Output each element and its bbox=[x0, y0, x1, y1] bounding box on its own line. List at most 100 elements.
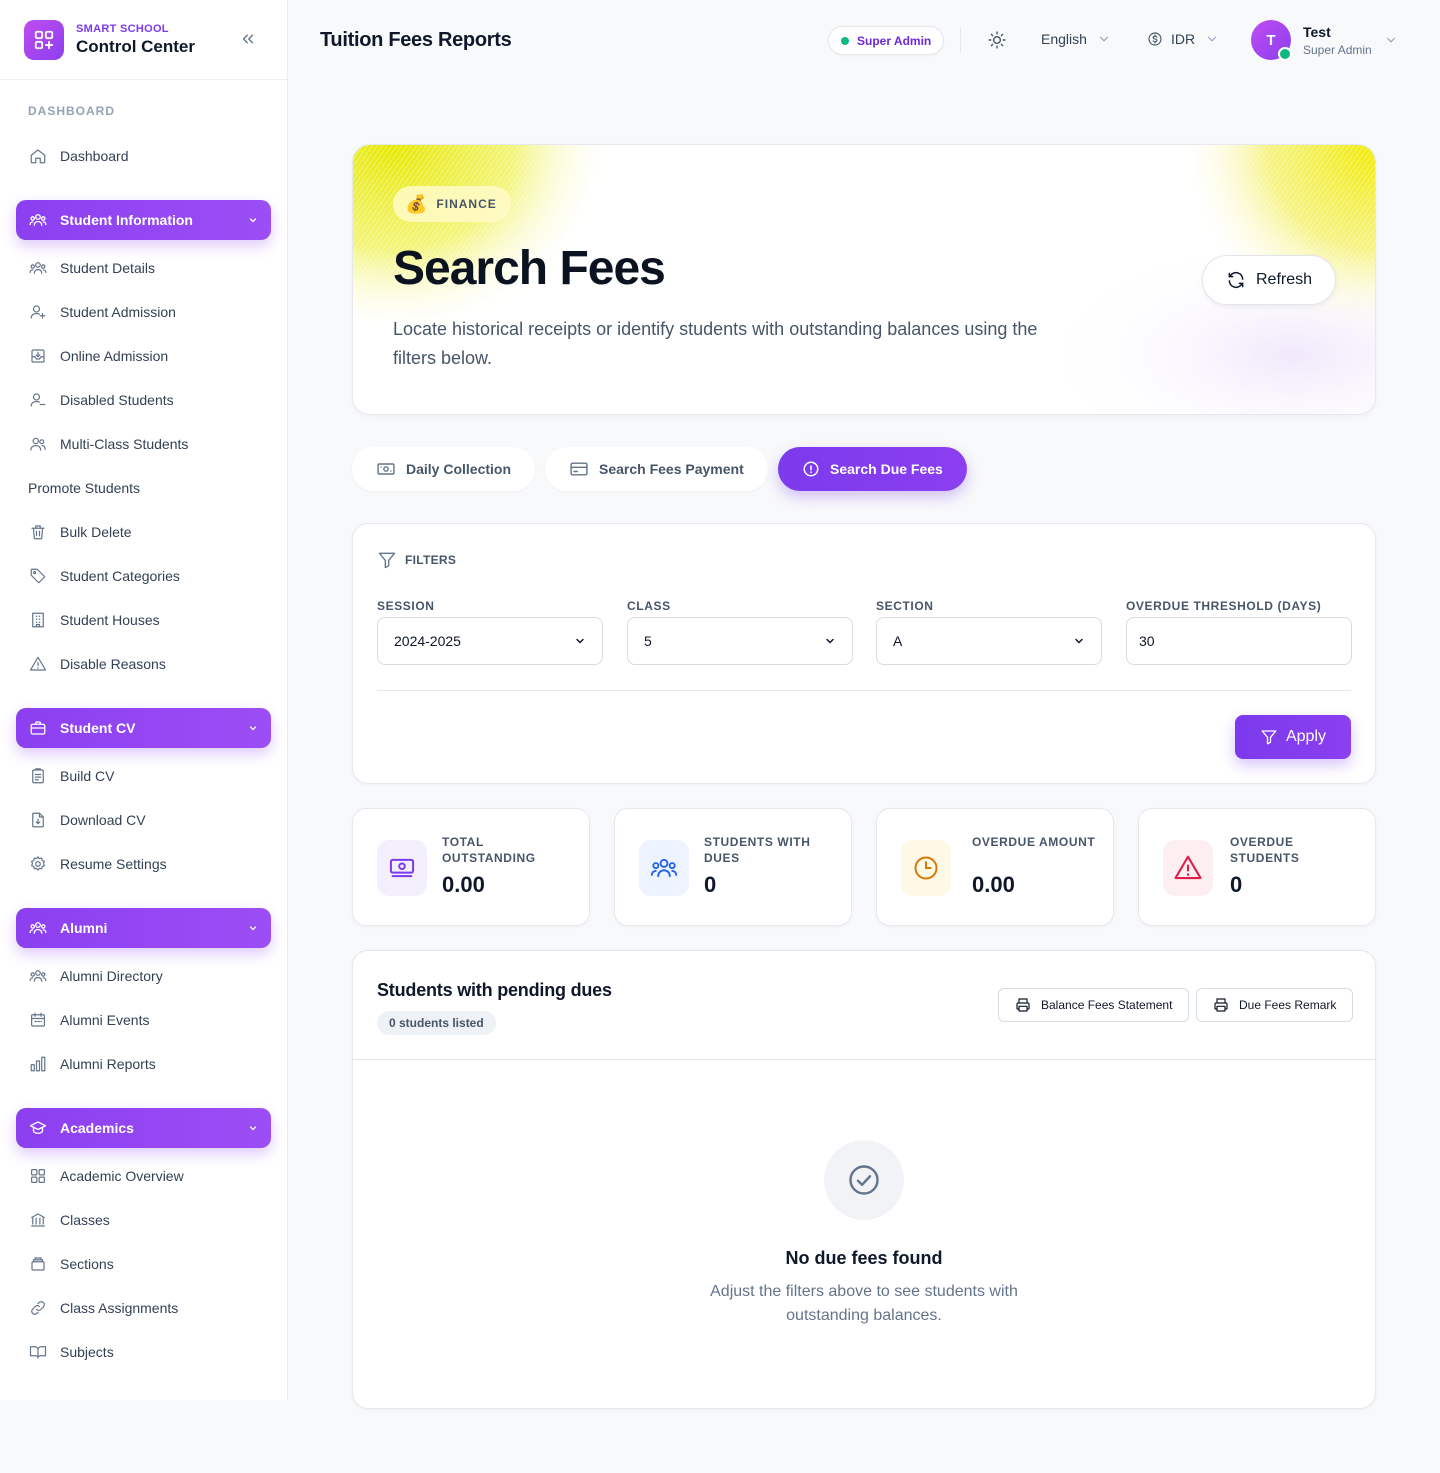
calendar-icon bbox=[28, 1010, 48, 1030]
sidebar-item-academic-overview[interactable]: Academic Overview bbox=[28, 1164, 184, 1188]
stat-card-overdue-amount: OVERDUE AMOUNT 0.00 bbox=[876, 808, 1114, 926]
balance-fees-statement-button[interactable]: Balance Fees Statement bbox=[998, 988, 1190, 1022]
collapse-sidebar-icon[interactable] bbox=[239, 30, 257, 48]
section-select[interactable]: A bbox=[876, 617, 1102, 665]
stat-value: 0 bbox=[1230, 872, 1243, 897]
sidebar-item-label: Disabled Students bbox=[60, 392, 174, 408]
due-fees-remark-label: Due Fees Remark bbox=[1239, 998, 1337, 1012]
theme-toggle-sun-icon[interactable] bbox=[987, 30, 1007, 50]
apply-button[interactable]: Apply bbox=[1235, 715, 1351, 759]
brand-title: Control Center bbox=[76, 36, 195, 56]
users-icon bbox=[639, 840, 689, 896]
table-divider bbox=[353, 1059, 1375, 1060]
users-group-icon bbox=[28, 434, 48, 454]
sidebar-item-disabled-students[interactable]: Disabled Students bbox=[28, 388, 174, 412]
home-icon bbox=[28, 146, 48, 166]
sidebar-item-student-admission[interactable]: Student Admission bbox=[28, 300, 176, 324]
sidebar-item-label: Promote Students bbox=[28, 480, 141, 496]
section-label: SECTION bbox=[876, 599, 934, 613]
sidebar-item-student-categories[interactable]: Student Categories bbox=[28, 564, 180, 588]
gear-icon bbox=[28, 854, 48, 874]
graduation-cap-icon bbox=[28, 1118, 48, 1138]
briefcase-icon bbox=[28, 718, 48, 738]
sidebar-group-label: Student Information bbox=[60, 212, 193, 228]
brand-subtitle: SMART SCHOOL bbox=[76, 22, 169, 35]
overdue-threshold-input[interactable]: 30 bbox=[1126, 617, 1352, 665]
session-value: 2024-2025 bbox=[394, 633, 461, 649]
finance-badge: 💰 FINANCE bbox=[393, 186, 511, 222]
money-bag-icon: 💰 bbox=[405, 193, 429, 214]
sidebar-item-resume-settings[interactable]: Resume Settings bbox=[28, 852, 167, 876]
sidebar-item-online-admission[interactable]: Online Admission bbox=[28, 344, 168, 368]
sidebar-item-download-cv[interactable]: Download CV bbox=[28, 808, 146, 832]
sidebar-item-sections[interactable]: Sections bbox=[28, 1252, 114, 1276]
filters-card: FILTERS SESSION 2024-2025 CLASS 5 SECTIO… bbox=[352, 523, 1376, 784]
sidebar-group-academics[interactable]: Academics bbox=[16, 1108, 271, 1148]
hero-description: Locate historical receipts or identify s… bbox=[393, 319, 1038, 368]
language-selector[interactable]: English bbox=[1041, 31, 1111, 47]
brand-logo-icon bbox=[24, 19, 64, 60]
role-badge-label: Super Admin bbox=[857, 33, 932, 48]
sidebar-item-label: Bulk Delete bbox=[60, 524, 132, 540]
chevron-down-icon bbox=[1073, 635, 1085, 647]
sidebar-item-alumni-events[interactable]: Alumni Events bbox=[28, 1008, 149, 1032]
tab-daily-collection[interactable]: Daily Collection bbox=[352, 447, 536, 491]
sidebar-item-class-assignments[interactable]: Class Assignments bbox=[28, 1296, 178, 1320]
sidebar-group-label: Alumni bbox=[60, 920, 108, 936]
clock-icon bbox=[901, 840, 951, 896]
refresh-icon bbox=[1228, 271, 1244, 289]
stat-label: OVERDUE AMOUNT bbox=[972, 835, 1096, 849]
filters-heading: FILTERS bbox=[377, 550, 456, 570]
sidebar-item-label: Student Details bbox=[60, 260, 155, 276]
users-icon bbox=[28, 966, 48, 986]
sidebar-item-promote-students[interactable]: Promote Students bbox=[28, 476, 140, 500]
chevron-down-icon bbox=[1205, 32, 1219, 46]
sidebar-group-student-cv[interactable]: Student CV bbox=[16, 708, 271, 748]
nav-section-dashboard: DASHBOARD bbox=[28, 104, 115, 118]
stat-value: 0.00 bbox=[442, 872, 485, 897]
sidebar-item-dashboard[interactable]: Dashboard bbox=[28, 144, 129, 168]
class-select[interactable]: 5 bbox=[627, 617, 853, 665]
class-label: CLASS bbox=[627, 599, 671, 613]
sidebar-item-subjects[interactable]: Subjects bbox=[28, 1340, 114, 1364]
sidebar: SMART SCHOOL Control Center DASHBOARD Da… bbox=[0, 0, 288, 1400]
user-plus-icon bbox=[28, 302, 48, 322]
sidebar-item-label: Resume Settings bbox=[60, 856, 167, 872]
session-select[interactable]: 2024-2025 bbox=[377, 617, 603, 665]
user-menu-chevron-down-icon[interactable] bbox=[1384, 33, 1398, 47]
bar-chart-icon bbox=[28, 1054, 48, 1074]
sidebar-item-label: Alumni Events bbox=[60, 1012, 150, 1028]
building-icon bbox=[28, 610, 48, 630]
stat-card-total-outstanding: TOTAL OUTSTANDING 0.00 bbox=[352, 808, 590, 926]
role-badge: Super Admin bbox=[828, 26, 945, 55]
tab-search-due-fees[interactable]: Search Due Fees bbox=[778, 447, 967, 491]
hero-card: 💰 FINANCE Search Fees Locate historical … bbox=[352, 144, 1376, 415]
user-minus-icon bbox=[28, 390, 48, 410]
users-icon bbox=[28, 258, 48, 278]
sidebar-item-build-cv[interactable]: Build CV bbox=[28, 764, 114, 788]
sidebar-item-label: Academic Overview bbox=[60, 1168, 184, 1184]
tab-search-fees-payment[interactable]: Search Fees Payment bbox=[545, 447, 768, 491]
sidebar-item-bulk-delete[interactable]: Bulk Delete bbox=[28, 520, 132, 544]
refresh-button[interactable]: Refresh bbox=[1202, 255, 1336, 305]
user-role: Super Admin bbox=[1303, 43, 1372, 57]
sidebar-item-multi-class-students[interactable]: Multi-Class Students bbox=[28, 432, 188, 456]
credit-card-icon bbox=[570, 462, 588, 476]
sidebar-item-student-houses[interactable]: Student Houses bbox=[28, 608, 160, 632]
currency-label: IDR bbox=[1171, 31, 1196, 47]
balance-fees-statement-label: Balance Fees Statement bbox=[1041, 998, 1173, 1012]
sidebar-item-label: Subjects bbox=[60, 1344, 114, 1360]
sidebar-item-disable-reasons[interactable]: Disable Reasons bbox=[28, 652, 166, 676]
overdue-threshold-value: 30 bbox=[1139, 633, 1155, 649]
due-fees-remark-button[interactable]: Due Fees Remark bbox=[1196, 988, 1354, 1022]
sidebar-item-alumni-directory[interactable]: Alumni Directory bbox=[28, 964, 163, 988]
sidebar-group-alumni[interactable]: Alumni bbox=[16, 908, 271, 948]
sidebar-group-student-information[interactable]: Student Information bbox=[16, 200, 271, 240]
printer-icon bbox=[1214, 998, 1228, 1012]
sidebar-item-student-details[interactable]: Student Details bbox=[28, 256, 155, 280]
currency-icon bbox=[1147, 31, 1163, 47]
currency-selector[interactable]: IDR bbox=[1147, 31, 1219, 47]
sidebar-item-classes[interactable]: Classes bbox=[28, 1208, 110, 1232]
sidebar-item-alumni-reports[interactable]: Alumni Reports bbox=[28, 1052, 156, 1076]
filter-icon bbox=[378, 552, 396, 569]
